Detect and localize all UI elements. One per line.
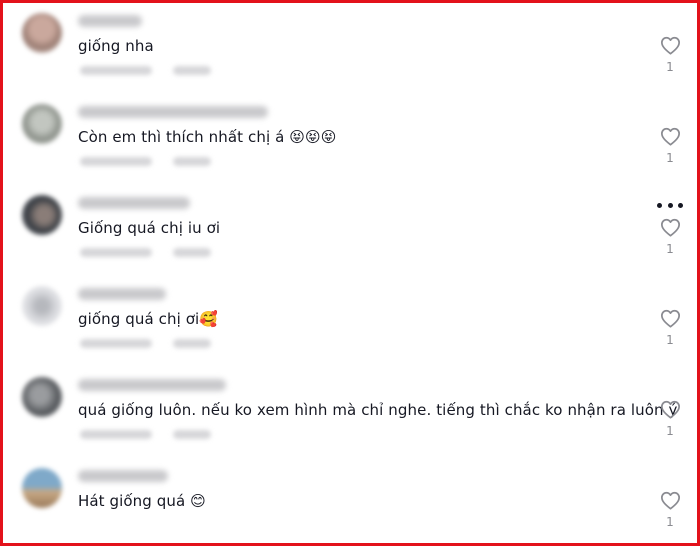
heart-outline-icon [660, 309, 680, 328]
comment-date-blurred [80, 157, 152, 166]
username-blurred[interactable] [78, 470, 168, 482]
comment-text-body: giống nha [78, 37, 154, 55]
comment-emojis: 😝😝😝 [289, 128, 337, 146]
comment-text: quá giống luôn. nếu ko xem hình mà chỉ n… [78, 401, 677, 419]
like-count: 1 [666, 151, 674, 165]
like-button[interactable]: 1 [656, 400, 684, 438]
comment-text: Giống quá chị iu ơi [78, 219, 220, 237]
avatar[interactable] [22, 377, 62, 417]
comment-item: Hát giống quá 😊 1 [3, 458, 697, 550]
username-blurred[interactable] [78, 197, 190, 209]
comment-text-body: Giống quá chị iu ơi [78, 219, 221, 237]
comment-text-body: Hát giống quá [78, 492, 191, 510]
username-blurred[interactable] [78, 288, 166, 300]
like-count: 1 [666, 515, 674, 529]
like-button[interactable]: 1 [656, 36, 684, 74]
like-count: 1 [666, 424, 674, 438]
dot [678, 202, 683, 208]
more-dots-icon[interactable] [657, 201, 683, 209]
dot [657, 202, 662, 208]
like-count: 1 [666, 333, 674, 347]
comment-item: quá giống luôn. nếu ko xem hình mà chỉ n… [3, 367, 697, 459]
avatar[interactable] [22, 286, 62, 326]
comment-text: giống nha [78, 37, 154, 55]
heart-outline-icon [660, 491, 680, 510]
comment-text-body: quá giống luôn. nếu ko xem hình mà chỉ n… [78, 401, 678, 419]
comment-date-blurred [80, 66, 152, 75]
like-button[interactable]: 1 [656, 491, 684, 529]
comment-text: Còn em thì thích nhất chị á 😝😝😝 [78, 128, 336, 146]
like-count: 1 [666, 60, 674, 74]
like-button[interactable]: 1 [656, 218, 684, 256]
comment-text-body: giống quá chị ơi [78, 310, 200, 328]
comment-item: Còn em thì thích nhất chị á 😝😝😝 1 [3, 94, 697, 186]
comment-item: Giống quá chị iu ơi 1 [3, 185, 697, 277]
avatar[interactable] [22, 104, 62, 144]
avatar[interactable] [22, 195, 62, 235]
avatar[interactable] [22, 468, 62, 508]
comment-date-blurred [80, 248, 152, 257]
reply-link-blurred[interactable] [173, 339, 211, 348]
heart-outline-icon [660, 36, 680, 55]
comment-list: giống nha 1 Còn em thì thích nhất chị á … [0, 0, 700, 546]
comment-item: giống quá chị ơi🥰 1 [3, 276, 697, 368]
dot [667, 202, 673, 208]
reply-link-blurred[interactable] [173, 66, 211, 75]
username-blurred[interactable] [78, 15, 142, 27]
comment-text: Hát giống quá 😊 [78, 492, 206, 510]
username-blurred[interactable] [78, 379, 226, 391]
comment-date-blurred [80, 430, 152, 439]
like-button[interactable]: 1 [656, 309, 684, 347]
heart-outline-icon [660, 400, 680, 419]
reply-link-blurred[interactable] [173, 157, 211, 166]
comment-text-body: Còn em thì thích nhất chị á [78, 128, 290, 146]
heart-outline-icon [660, 127, 680, 146]
like-button[interactable]: 1 [656, 127, 684, 165]
username-blurred[interactable] [78, 106, 268, 118]
comment-text: giống quá chị ơi🥰 [78, 310, 218, 328]
comment-date-blurred [80, 339, 152, 348]
comment-emojis: 🥰 [199, 310, 219, 328]
like-count: 1 [666, 242, 674, 256]
comment-emojis: 😊 [190, 492, 206, 510]
heart-outline-icon [660, 218, 680, 237]
reply-link-blurred[interactable] [173, 248, 211, 257]
comment-item: giống nha 1 [3, 3, 697, 95]
avatar[interactable] [22, 13, 62, 53]
reply-link-blurred[interactable] [173, 430, 211, 439]
